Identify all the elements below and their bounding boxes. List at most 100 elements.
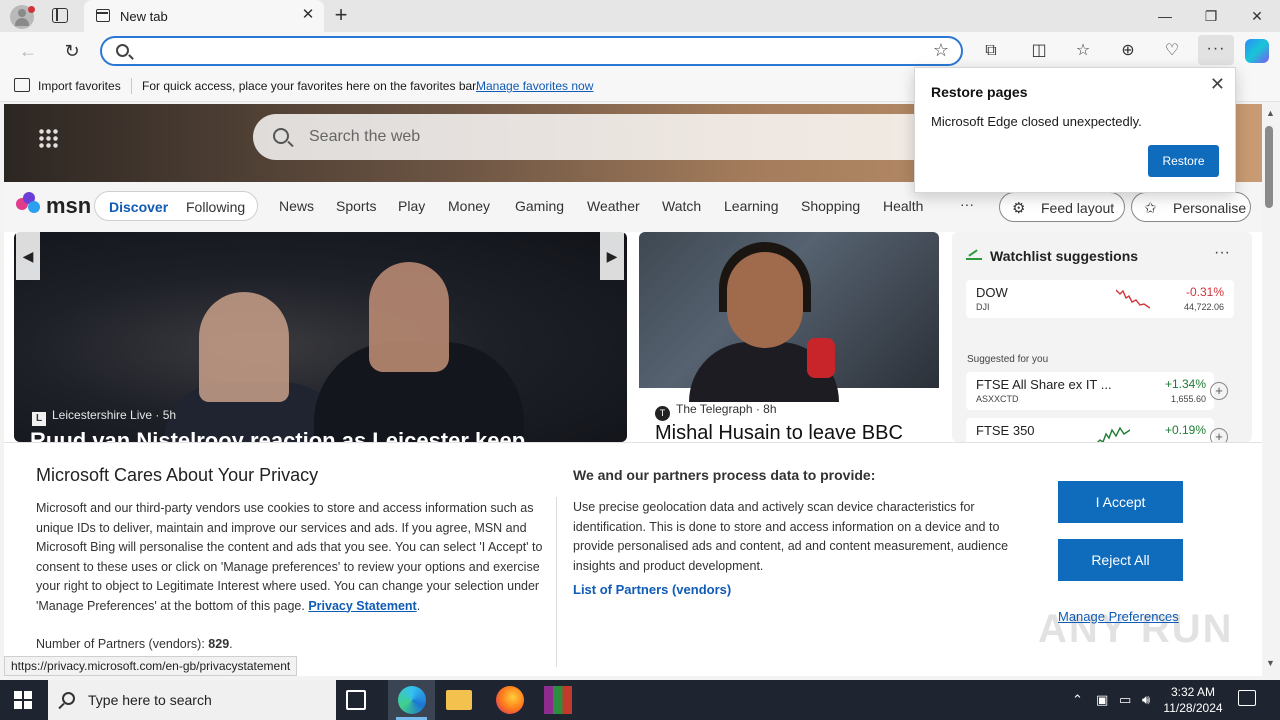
tab-actions-icon[interactable] (52, 8, 68, 23)
search-icon (116, 44, 129, 57)
browser-essentials-icon[interactable]: ♡ (1161, 40, 1183, 62)
tray-device-icon[interactable]: ▣ (1096, 692, 1108, 708)
import-favorites-button[interactable]: Import favorites (38, 79, 121, 93)
tab-label: New tab (120, 9, 168, 24)
profile-avatar-icon[interactable] (10, 5, 35, 29)
winrar-icon[interactable] (544, 686, 572, 714)
address-bar[interactable]: ☆ (100, 36, 963, 66)
taskbar-search-placeholder: Type here to search (88, 692, 212, 708)
photo-microphone (807, 338, 835, 378)
scroll-down-icon[interactable]: ▼ (1266, 658, 1275, 668)
watchlist-more-button[interactable]: ··· (1214, 244, 1230, 262)
nav-health[interactable]: Health (883, 198, 923, 214)
tab-page-icon (96, 9, 110, 22)
stock-row-dow[interactable]: DOW DJI -0.31% 44,722.06 (966, 280, 1234, 318)
side-card-source: T The Telegraph · 8h (655, 402, 777, 421)
carousel-prev-button[interactable]: ◀ (16, 232, 40, 280)
feed-layout-button[interactable]: ⚙ Feed layout (999, 192, 1125, 222)
nav-more-button[interactable]: ··· (960, 196, 974, 212)
nav-weather[interactable]: Weather (587, 198, 640, 214)
accept-button[interactable]: I Accept (1058, 481, 1183, 523)
refresh-button[interactable]: ↻ (60, 39, 84, 63)
stock-symbol: FTSE 350 (976, 423, 1035, 438)
tray-chevron-up-icon[interactable]: ⌃ (1072, 692, 1083, 708)
tab-close-icon[interactable]: ✕ (300, 7, 316, 23)
search-icon (62, 692, 75, 705)
partners-list-link[interactable]: List of Partners (vendors) (573, 582, 731, 597)
side-card-headline: Mishal Husain to leave BBC (655, 422, 903, 442)
copilot-icon[interactable] (1245, 39, 1269, 63)
nav-play[interactable]: Play (398, 198, 425, 214)
msn-logo-text[interactable]: msn (46, 193, 91, 219)
scrollbar-thumb[interactable] (1265, 126, 1273, 208)
favorite-star-icon[interactable]: ☆ (933, 40, 949, 61)
scroll-up-icon[interactable]: ▲ (1266, 108, 1275, 118)
side-card-source-name: The Telegraph (676, 402, 753, 416)
nav-sports[interactable]: Sports (336, 198, 376, 214)
file-explorer-icon[interactable] (446, 690, 472, 710)
extensions-icon[interactable]: ⧉ (980, 40, 1002, 62)
close-icon[interactable]: ✕ (1210, 74, 1225, 95)
nav-money[interactable]: Money (448, 198, 490, 214)
restore-window-button[interactable]: ❐ (1188, 0, 1234, 32)
privacy-title: Microsoft Cares About Your Privacy (36, 465, 319, 485)
privacy-divider (556, 497, 557, 667)
split-screen-icon[interactable]: ◫ (1028, 40, 1050, 62)
new-tab-button[interactable]: + (331, 4, 351, 26)
process-title: We and our partners process data to prov… (573, 467, 876, 483)
privacy-statement-link[interactable]: Privacy Statement (308, 599, 416, 613)
feed-tab-switch: Discover Following (94, 191, 258, 221)
browser-toolbar: ← ↻ ☆ ⧉ ◫ ☆ ⊕ ♡ ··· (0, 32, 1280, 70)
carousel-next-button[interactable]: ▶ (600, 232, 624, 280)
main-card-age: · 5h (155, 408, 177, 422)
personalise-button[interactable]: ✩ Personalise (1131, 192, 1251, 222)
restore-button[interactable]: Restore (1148, 145, 1219, 177)
nav-watch[interactable]: Watch (662, 198, 701, 214)
tab-discover[interactable]: Discover (109, 199, 168, 215)
msn-logo-icon (16, 192, 42, 216)
favorites-icon[interactable]: ☆ (1072, 40, 1094, 62)
collections-icon[interactable]: ⊕ (1117, 40, 1139, 62)
manage-favorites-link[interactable]: Manage favorites now (476, 79, 593, 93)
windows-start-icon[interactable] (14, 691, 32, 709)
tab-following[interactable]: Following (186, 199, 245, 215)
taskbar-clock[interactable]: 3:32 AM 11/28/2024 (1160, 684, 1226, 716)
process-body: Use precise geolocation data and activel… (573, 500, 1009, 573)
page-scrollbar[interactable]: ▲ ▼ (1262, 104, 1280, 676)
nav-news[interactable]: News (279, 198, 314, 214)
apps-grid-icon[interactable] (38, 128, 58, 148)
telegraph-logo-icon: T (655, 406, 670, 421)
nav-gaming[interactable]: Gaming (515, 198, 564, 214)
stock-sub: DJI (976, 302, 990, 312)
address-input[interactable] (140, 41, 920, 61)
main-card-source-name: Leicestershire Live (52, 408, 153, 422)
search-icon (273, 128, 289, 144)
personalise-label: Personalise (1173, 200, 1247, 216)
windows-taskbar: Type here to search ⌃ ▣ ▭ 🔊︎ 3:32 AM 11/… (0, 680, 1280, 720)
notifications-icon[interactable] (1238, 690, 1256, 706)
settings-more-button[interactable]: ··· (1198, 35, 1234, 65)
add-to-watchlist-button[interactable]: + (1210, 382, 1228, 400)
stock-row-ftse-all-share[interactable]: FTSE All Share ex IT ... ASXXCTD +1.34% … (966, 372, 1214, 410)
tab-new-tab[interactable]: New tab ✕ (84, 0, 324, 32)
stock-sub: ASXXCTD (976, 394, 1019, 404)
main-news-card[interactable]: L Leicestershire Live · 5h Ruud van Niste… (14, 232, 627, 442)
stock-symbol: DOW (976, 285, 1008, 300)
main-card-headline: Ruud van Nistelrooy reaction as Leiceste… (30, 428, 550, 442)
taskbar-search-box[interactable]: Type here to search (48, 680, 336, 720)
firefox-icon[interactable] (496, 686, 524, 714)
side-news-card[interactable]: T The Telegraph · 8h Mishal Husain to lea… (639, 232, 939, 442)
partners-count-label: Number of Partners (vendors): (36, 637, 205, 651)
close-window-button[interactable]: ✕ (1234, 0, 1280, 32)
nav-shopping[interactable]: Shopping (801, 198, 860, 214)
manage-preferences-link[interactable]: Manage Preferences (1058, 609, 1179, 624)
network-icon[interactable]: ▭ (1119, 692, 1131, 708)
nav-learning[interactable]: Learning (724, 198, 779, 214)
minimize-button[interactable]: — (1142, 0, 1188, 32)
task-view-icon[interactable] (346, 690, 366, 710)
back-button[interactable]: ← (16, 39, 40, 63)
web-search-box[interactable]: Search the web (253, 114, 953, 160)
volume-icon[interactable]: 🔊︎ (1142, 692, 1150, 708)
taskbar-edge-active[interactable] (388, 680, 435, 720)
reject-all-button[interactable]: Reject All (1058, 539, 1183, 581)
